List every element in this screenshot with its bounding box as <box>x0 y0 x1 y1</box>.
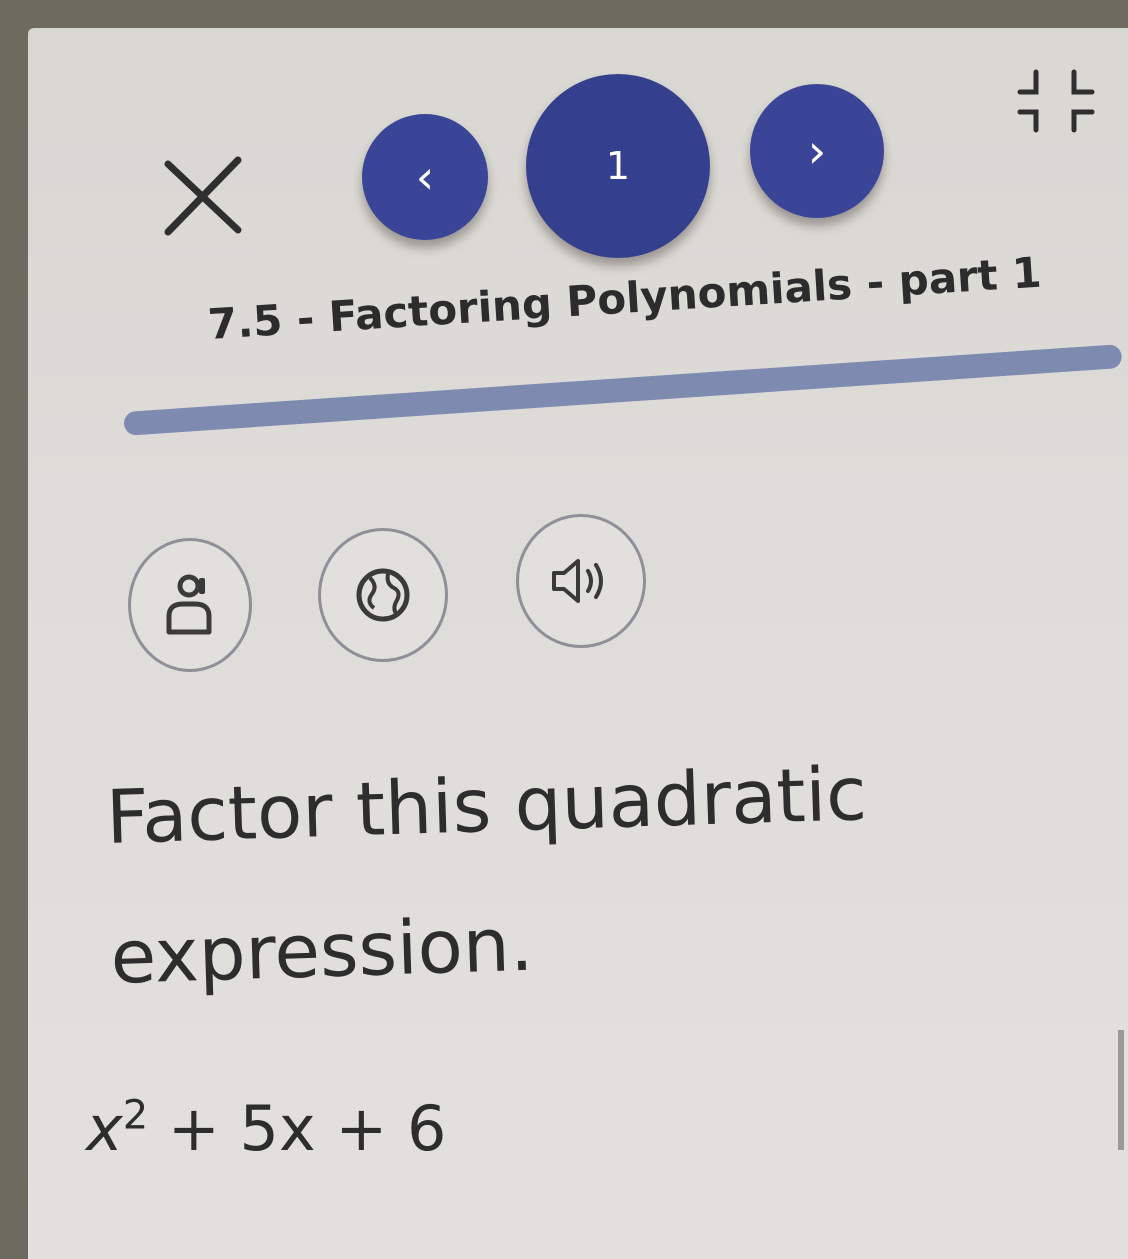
expression-terms: + 5x + 6 <box>148 1092 447 1165</box>
math-expression: x2 + 5x + 6 <box>86 1092 446 1165</box>
chevron-left-icon: ‹ <box>415 150 435 204</box>
translate-button[interactable] <box>318 528 448 662</box>
close-icon <box>164 156 242 236</box>
collapse-button[interactable] <box>1014 56 1110 152</box>
next-button[interactable]: › <box>750 84 884 218</box>
collapse-icon <box>1017 69 1095 133</box>
globe-icon <box>356 568 410 622</box>
speaker-icon <box>552 559 603 603</box>
chevron-right-icon: › <box>807 124 827 178</box>
read-aloud-button[interactable] <box>516 514 646 648</box>
page-number: 1 <box>605 144 631 188</box>
question-prompt: Factor this quadratic expression. <box>104 751 868 1001</box>
glossary-person-icon <box>166 574 212 635</box>
lesson-panel: ‹ 1 › 7.5 - Factoring Polynomials - part… <box>28 28 1128 1259</box>
progress-bar <box>123 344 1123 436</box>
answer-box-edge <box>1118 1030 1124 1150</box>
expression-variable: x <box>86 1092 123 1165</box>
glossary-button[interactable] <box>128 538 252 672</box>
close-button[interactable] <box>154 146 254 246</box>
progress-fill <box>123 344 1123 436</box>
page-number-button[interactable]: 1 <box>526 74 710 258</box>
expression-exponent: 2 <box>122 1092 149 1139</box>
previous-button[interactable]: ‹ <box>362 114 488 240</box>
lesson-title: 7.5 - Factoring Polynomials - part 1 <box>206 247 1043 349</box>
